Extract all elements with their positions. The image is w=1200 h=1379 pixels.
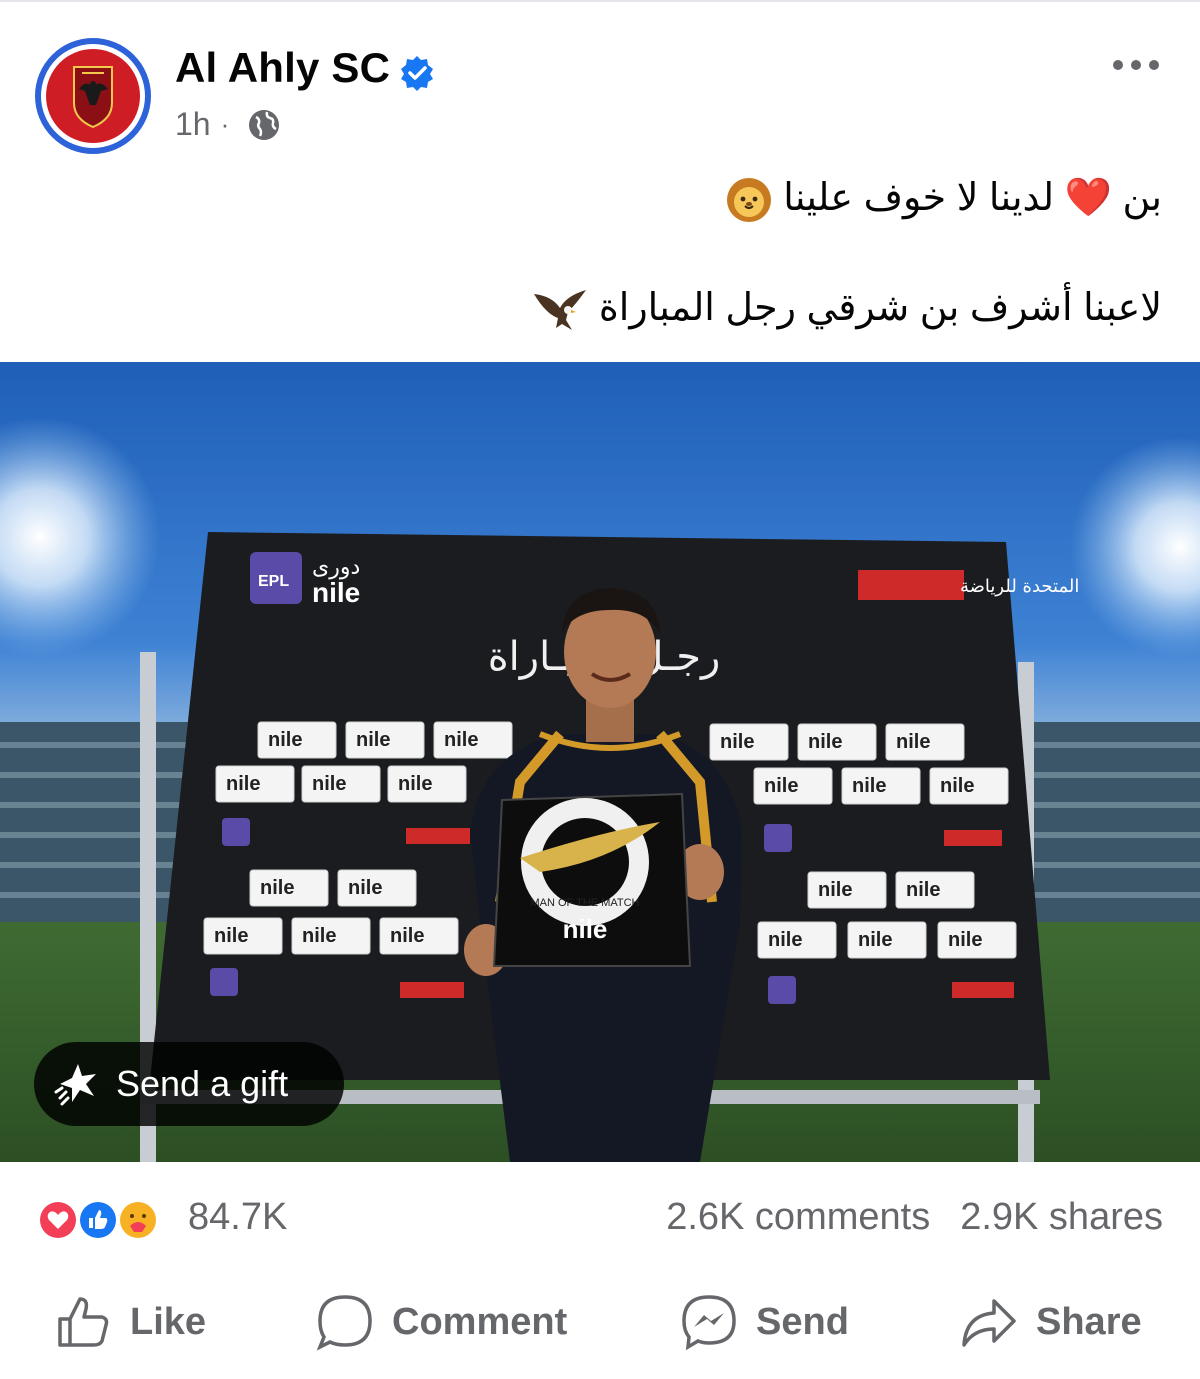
reaction-icons[interactable]	[34, 1196, 176, 1244]
board-header-right: المتحدة للرياضة	[960, 576, 1079, 597]
post-time[interactable]: 1h	[175, 106, 211, 143]
send-gift-button[interactable]: Send a gift	[34, 1042, 344, 1126]
lion-face-icon	[726, 177, 771, 222]
sponsor-tile: nile	[808, 731, 842, 753]
sponsor-tile: nile	[896, 731, 930, 753]
share-button[interactable]: Share	[960, 1290, 1142, 1354]
thumbs-up-icon	[58, 1297, 109, 1347]
epl-logo-text: EPL	[258, 573, 289, 590]
share-label: Share	[1036, 1300, 1142, 1343]
comments-count[interactable]: 2.6K comments	[666, 1196, 930, 1239]
sponsor-tile: nile	[226, 773, 260, 795]
sponsor-tile: nile	[312, 773, 346, 795]
page-avatar[interactable]	[35, 38, 151, 154]
reaction-count[interactable]: 84.7K	[188, 1196, 287, 1239]
al-ahly-crest-logo	[73, 66, 113, 129]
sponsor-tile: nile	[268, 729, 302, 751]
top-divider	[0, 0, 1200, 2]
shares-count[interactable]: 2.9K shares	[960, 1196, 1163, 1239]
sponsor-tile: nile	[214, 925, 248, 947]
like-button[interactable]: Like	[54, 1290, 206, 1354]
sponsor-tile: nile	[390, 925, 424, 947]
sponsor-tile: nile	[940, 775, 974, 797]
post-meta: 1h ·	[175, 106, 281, 143]
share-arrow-icon	[962, 1299, 1016, 1347]
comment-label: Comment	[392, 1300, 568, 1343]
post-text-line-1: بن ❤️ لدينا لا خوف علينا	[725, 175, 1162, 224]
sponsor-tile: nile	[852, 775, 886, 797]
post-text-line-2: لاعبنا أشرف بن شرقي رجل المباراة	[532, 285, 1162, 334]
sponsor-tile: nile	[720, 731, 754, 753]
post-text-1: بن ❤️ لدينا لا خوف علينا	[783, 177, 1162, 219]
sponsor-tile: nile	[444, 729, 478, 751]
globe-icon[interactable]	[247, 108, 281, 142]
sponsor-tile: nile	[948, 929, 982, 951]
page-name[interactable]: Al Ahly SC	[175, 44, 390, 92]
verified-badge-icon	[401, 56, 433, 91]
board-logo-bottom: nile	[312, 577, 360, 608]
sponsor-tile: nile	[348, 877, 382, 899]
post-actions: Like Comment Send Share	[0, 1290, 1200, 1360]
meta-separator: ·	[220, 109, 230, 139]
comment-button[interactable]: Comment	[316, 1290, 567, 1354]
comment-bubble-icon	[316, 1295, 372, 1351]
sponsor-tile: nile	[818, 879, 852, 901]
sponsor-tile: nile	[356, 729, 390, 751]
trophy-brand: nile	[563, 914, 608, 944]
trophy-text: MAN OF THE MATCH	[531, 897, 640, 909]
like-label: Like	[130, 1300, 207, 1343]
sponsor-tile: nile	[398, 773, 432, 795]
more-options-icon[interactable]	[1108, 50, 1164, 80]
sponsor-tile: nile	[764, 775, 798, 797]
send-gift-label: Send a gift	[116, 1063, 289, 1104]
care-reaction-icon	[120, 1202, 156, 1238]
post-text-2: لاعبنا أشرف بن شرقي رجل المباراة	[598, 287, 1162, 329]
sponsor-tile: nile	[260, 877, 294, 899]
gift-sparkle-icon	[54, 1064, 96, 1106]
sponsor-tile: nile	[302, 925, 336, 947]
eagle-icon	[534, 289, 587, 330]
sponsor-tile: nile	[858, 929, 892, 951]
sponsor-tile: nile	[906, 879, 940, 901]
send-button[interactable]: Send	[680, 1290, 849, 1354]
messenger-icon	[682, 1295, 736, 1351]
send-label: Send	[756, 1300, 849, 1343]
sponsor-tile: nile	[768, 929, 802, 951]
engagement-stats: 2.6K comments 2.9K shares	[666, 1196, 1163, 1239]
